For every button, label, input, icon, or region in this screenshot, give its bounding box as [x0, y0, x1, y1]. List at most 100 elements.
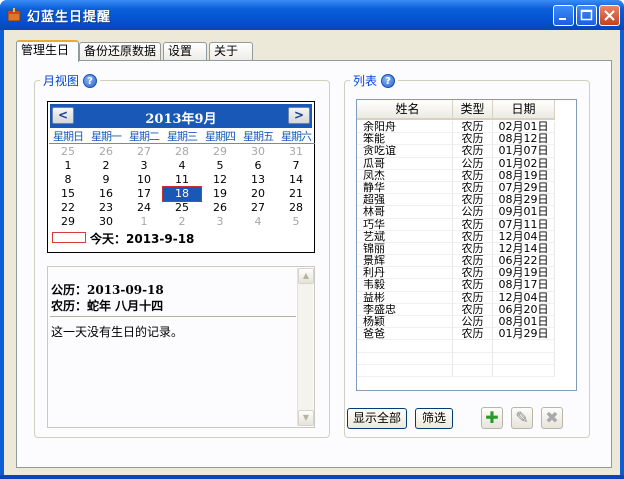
calendar-day[interactable]: 26	[201, 201, 239, 215]
calendar-day[interactable]: 14	[277, 173, 315, 187]
list-row[interactable]: 李盛忠 农历 06月20日	[357, 303, 555, 316]
birthday-list[interactable]: 姓名 类型 日期 余阳舟 农历 02月01日 笨能 农历 08月12日 贪吃谊 农历 01月07…	[356, 99, 577, 391]
edit-button[interactable]: ✎	[511, 407, 533, 429]
close-button[interactable]	[599, 5, 620, 26]
calendar-day[interactable]: 25	[163, 201, 201, 215]
calendar-day[interactable]: 6	[239, 159, 277, 173]
list-row[interactable]: 林哥 公历 09月01日	[357, 206, 555, 219]
list-row[interactable]: 静华 农历 07月29日	[357, 181, 555, 195]
title-bar[interactable]: 幻蓝生日提醒	[0, 0, 624, 30]
calendar-day[interactable]: 3	[125, 159, 163, 173]
list-row[interactable]: 凤杰 农历 08月19日	[357, 169, 555, 182]
calendar-day[interactable]: 2	[163, 215, 201, 229]
column-header-name[interactable]: 姓名	[357, 100, 453, 118]
scroll-up-arrow-icon[interactable]: ▲	[298, 268, 314, 284]
list-row[interactable]: 超强 农历 08月29日	[357, 194, 555, 207]
calendar-day[interactable]: 27	[239, 201, 277, 215]
cell-name: 景辉	[357, 255, 453, 268]
calendar-day[interactable]: 30	[87, 215, 125, 229]
calendar-day[interactable]: 25	[49, 145, 87, 159]
cell-name: 韦毅	[357, 279, 453, 292]
calendar-day[interactable]: 12	[201, 173, 239, 187]
group-label: 列表	[353, 74, 378, 88]
list-row[interactable]: 瓜哥 公历 01月02日	[357, 157, 555, 170]
calendar-day[interactable]: 17	[125, 187, 163, 201]
calendar-day[interactable]: 5	[277, 215, 315, 229]
minimize-button[interactable]	[553, 5, 574, 26]
list-row[interactable]: 锦丽 农历 12月14日	[357, 242, 555, 256]
cell-date: 08月17日	[493, 279, 555, 292]
calendar-day-selected[interactable]: 18	[162, 186, 202, 202]
delete-button[interactable]: ✖	[541, 407, 563, 429]
show-all-button[interactable]: 显示全部	[347, 408, 407, 429]
calendar-day[interactable]: 30	[239, 145, 277, 159]
list-row[interactable]: 韦毅 农历 08月17日	[357, 279, 555, 292]
list-row[interactable]: 益彬 农历 12月04日	[357, 291, 555, 304]
list-row[interactable]: 爸爸 农历 01月29日	[357, 328, 555, 341]
cell-type: 农历	[453, 121, 493, 134]
month-view-title: 月视图 ?	[40, 72, 101, 89]
calendar-day[interactable]: 8	[49, 173, 87, 187]
prev-month-button[interactable]: <	[52, 107, 74, 124]
month-calendar[interactable]: 2013年9月 < > 星期日 星期一 星期二 星期三 星期四 星期五 星期六 25 26 27…	[47, 101, 315, 253]
help-icon[interactable]: ?	[83, 73, 98, 88]
next-month-button[interactable]: >	[288, 107, 310, 124]
list-row[interactable]: 利丹 农历 09月19日	[357, 267, 555, 280]
add-button[interactable]: ✚	[481, 407, 503, 429]
calendar-day[interactable]: 19	[201, 187, 239, 201]
calendar-day[interactable]: 1	[125, 215, 163, 229]
today-link[interactable]: 今天：2013-9-18	[90, 230, 194, 247]
calendar-day[interactable]: 2	[87, 159, 125, 173]
list-row[interactable]: 余阳舟 农历 02月01日	[357, 121, 555, 134]
calendar-day[interactable]: 31	[277, 145, 315, 159]
calendar-day[interactable]: 22	[49, 201, 87, 215]
calendar-day[interactable]: 28	[277, 201, 315, 215]
calendar-day[interactable]: 10	[125, 173, 163, 187]
tab-backup-restore[interactable]: 备份还原数据	[79, 42, 161, 61]
calendar-day[interactable]: 7	[277, 159, 315, 173]
calendar-day[interactable]: 27	[125, 145, 163, 159]
tab-settings[interactable]: 设置	[163, 42, 207, 61]
list-row[interactable]: 笨能 农历 08月12日	[357, 133, 555, 146]
cell-date: 09月19日	[493, 267, 555, 280]
filter-button[interactable]: 筛选	[415, 408, 453, 429]
calendar-day[interactable]: 1	[49, 159, 87, 173]
calendar-day[interactable]: 3	[201, 215, 239, 229]
info-scrollbar[interactable]: ▲ ▼	[297, 268, 314, 426]
calendar-day[interactable]: 20	[239, 187, 277, 201]
weekday-label: 星期五	[243, 130, 274, 143]
list-row[interactable]: 巧华 农历 07月11日	[357, 218, 555, 231]
calendar-day[interactable]: 26	[87, 145, 125, 159]
calendar-day[interactable]: 16	[87, 187, 125, 201]
calendar-day[interactable]: 5	[201, 159, 239, 173]
cell-date: 09月01日	[493, 206, 555, 219]
column-header-type[interactable]: 类型	[453, 100, 493, 118]
calendar-day[interactable]: 29	[201, 145, 239, 159]
list-row[interactable]: 杨颖 公历 08月01日	[357, 316, 555, 329]
calendar-day[interactable]: 28	[163, 145, 201, 159]
help-icon[interactable]: ?	[381, 73, 396, 88]
calendar-day[interactable]: 15	[49, 187, 87, 201]
calendar-day[interactable]: 13	[239, 173, 277, 187]
calendar-day[interactable]: 23	[87, 201, 125, 215]
calendar-day[interactable]: 24	[125, 201, 163, 215]
list-row[interactable]: 景辉 农历 06月22日	[357, 255, 555, 268]
calendar-day[interactable]: 11	[163, 173, 201, 187]
calendar-day[interactable]: 4	[239, 215, 277, 229]
list-row[interactable]: 艺斌 农历 12月04日	[357, 230, 555, 243]
calendar-day[interactable]: 21	[277, 187, 315, 201]
column-header-date[interactable]: 日期	[493, 100, 555, 118]
calendar-day[interactable]: 4	[163, 159, 201, 173]
cell-date: 08月01日	[493, 316, 555, 329]
calendar-day[interactable]: 29	[49, 215, 87, 229]
empty-row	[357, 364, 555, 377]
calendar-day[interactable]: 9	[87, 173, 125, 187]
tab-about[interactable]: 关于	[209, 42, 253, 61]
cell-date: 07月29日	[493, 181, 555, 195]
tab-label: 管理生日	[21, 43, 70, 57]
list-row[interactable]: 贪吃谊 农历 01月07日	[357, 145, 555, 158]
scroll-down-arrow-icon[interactable]: ▼	[298, 410, 314, 426]
month-view-group: 月视图 ? 2013年9月 < > 星期日 星期一 星期二 星期三 星期四 星期五 星期六	[34, 72, 330, 438]
maximize-button[interactable]	[576, 5, 597, 26]
tab-manage-birthdays[interactable]: 管理生日	[16, 40, 79, 62]
